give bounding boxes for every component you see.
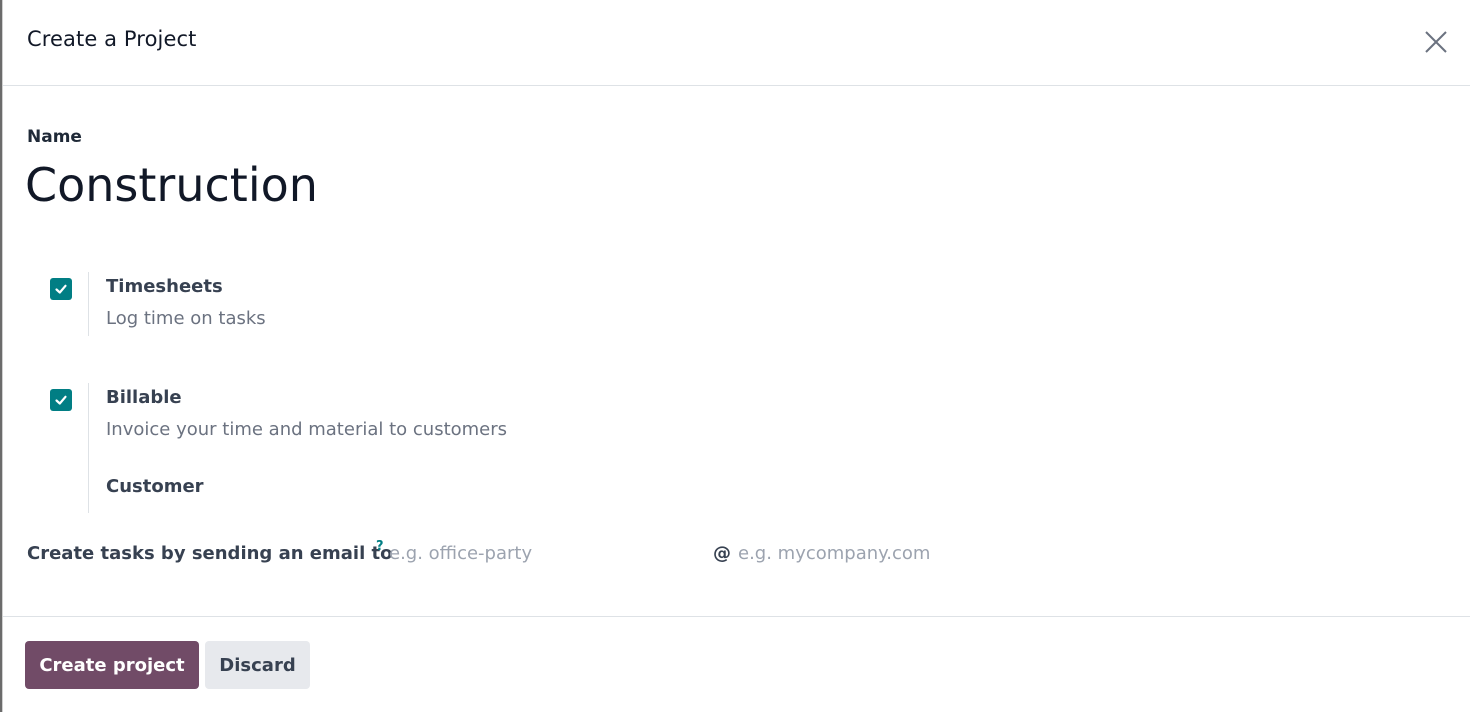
billable-title: Billable [106, 387, 182, 408]
help-tooltip-icon[interactable]: ? [376, 539, 384, 554]
billable-description: Invoice your time and material to custom… [106, 419, 508, 440]
at-sign: @ [713, 543, 731, 564]
project-name-input[interactable] [25, 155, 925, 215]
discard-button[interactable]: Discard [205, 641, 310, 689]
option-divider [88, 383, 89, 513]
email-domain-input[interactable] [738, 543, 1138, 564]
timesheets-checkbox[interactable] [50, 278, 72, 300]
close-icon[interactable] [1422, 28, 1450, 56]
timesheets-title: Timesheets [106, 276, 223, 297]
timesheets-description: Log time on tasks [106, 308, 266, 329]
name-label: Name [27, 127, 82, 147]
create-project-dialog: Create a Project Name Timesheets Log tim… [2, 0, 1470, 712]
dialog-title: Create a Project [27, 27, 197, 51]
dialog-header: Create a Project [3, 0, 1470, 86]
customer-label: Customer [106, 476, 204, 497]
email-alias-input[interactable] [389, 543, 699, 564]
create-project-button[interactable]: Create project [25, 641, 199, 689]
option-divider [88, 272, 89, 336]
checkmark-icon [55, 284, 67, 294]
billable-checkbox[interactable] [50, 389, 72, 411]
checkmark-icon [55, 395, 67, 405]
email-alias-label: Create tasks by sending an email to [27, 543, 393, 564]
dialog-footer: Create project Discard [3, 616, 1470, 712]
